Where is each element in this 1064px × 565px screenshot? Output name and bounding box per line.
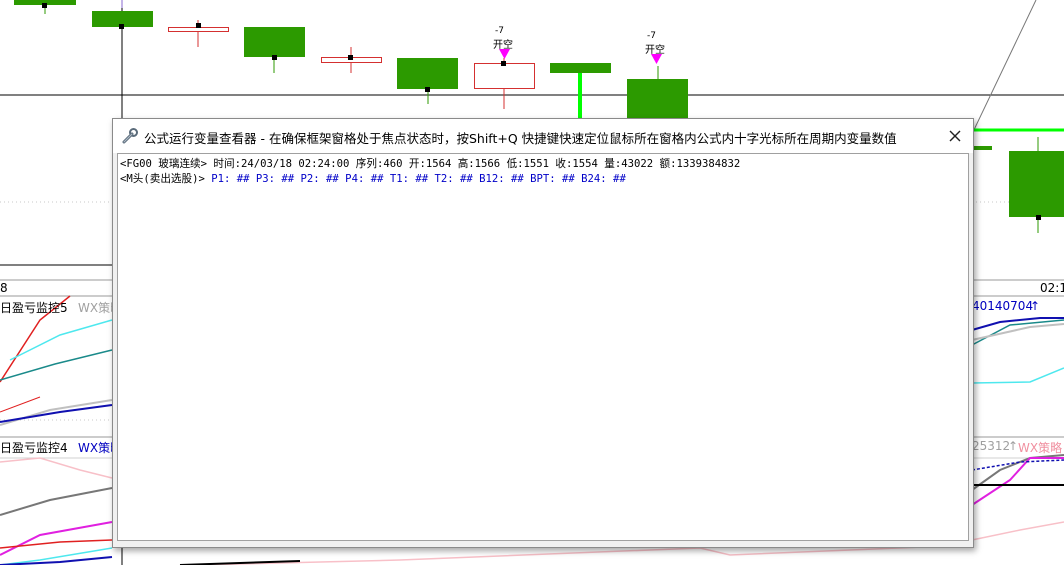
formula-vars-line: <M头(卖出选股)> P1: ## P3: ## P2: ## P4: ## T… — [120, 171, 626, 186]
indicator-line-blue — [0, 556, 113, 565]
wrench-icon — [122, 128, 138, 144]
indicator-line-pink — [199, 544, 973, 565]
candle — [168, 20, 229, 47]
variable-viewer-dialog[interactable]: 公式运行变量查看器 - 在确保框架窗格处于焦点状态时，按Shift+Q 快捷键快… — [112, 118, 974, 548]
indicator-line-pink — [0, 457, 113, 479]
candle — [627, 66, 688, 121]
panel2-arrow-icon: ↑ — [1008, 439, 1019, 453]
candle — [474, 58, 535, 109]
indicator-line-gray — [0, 487, 113, 516]
signal-value-label: -7 — [647, 31, 656, 41]
panel2-value: 25312 — [972, 439, 1011, 453]
indicator-line-magenta — [971, 457, 1064, 506]
candle — [550, 63, 611, 121]
candle — [397, 58, 458, 104]
time-axis-label: 02:1 — [1040, 281, 1064, 295]
dialog-titlebar[interactable]: 公式运行变量查看器 - 在确保框架窗格处于焦点状态时，按Shift+Q 快捷键快… — [113, 119, 973, 153]
signal-text-label: 开空 — [493, 40, 513, 51]
indicator-line-red2 — [0, 396, 41, 413]
candle — [244, 27, 305, 73]
panel2-title: 日盈亏监控4 — [0, 441, 68, 455]
candle — [14, 0, 76, 14]
quote-line: <FG00 玻璃连续> 时间:24/03/18 02:24:00 序列:460 … — [120, 158, 741, 170]
formula-name: <M头(卖出选股)> — [120, 173, 205, 185]
candle — [1009, 137, 1064, 233]
indicator-line-teal — [971, 319, 1064, 346]
indicator-line-cyan — [971, 367, 1064, 384]
candle — [92, 11, 153, 29]
candle-fragment — [972, 146, 992, 150]
indicator-line-teal — [0, 349, 113, 381]
indicator-line-red — [0, 539, 113, 549]
signal-value-label: -7 — [495, 26, 504, 36]
candle — [321, 47, 382, 73]
formula-vars: P1: ## P3: ## P2: ## P4: ## T1: ## T2: #… — [211, 173, 626, 185]
variable-output-area[interactable]: <FG00 玻璃连续> 时间:24/03/18 02:24:00 序列:460 … — [117, 153, 969, 541]
dialog-title: 公式运行变量查看器 - 在确保框架窗格处于焦点状态时，按Shift+Q 快捷键快… — [144, 131, 897, 146]
signal-text-label: 开空 — [645, 45, 665, 56]
panel2-right-tag: WX策略 — [1018, 441, 1063, 455]
panel1-title: 日盈亏监控5 — [0, 301, 68, 315]
panel1-value: 40140704 — [972, 299, 1034, 313]
close-icon[interactable] — [943, 124, 967, 148]
indicator-line-pink — [971, 521, 1064, 541]
indicator-line-blue — [0, 404, 113, 423]
indicator-line-blue — [971, 459, 1064, 471]
time-axis-label: 8 — [0, 281, 8, 295]
trend-line — [971, 0, 1037, 135]
panel1-arrow-icon: ↑ — [1030, 299, 1041, 313]
